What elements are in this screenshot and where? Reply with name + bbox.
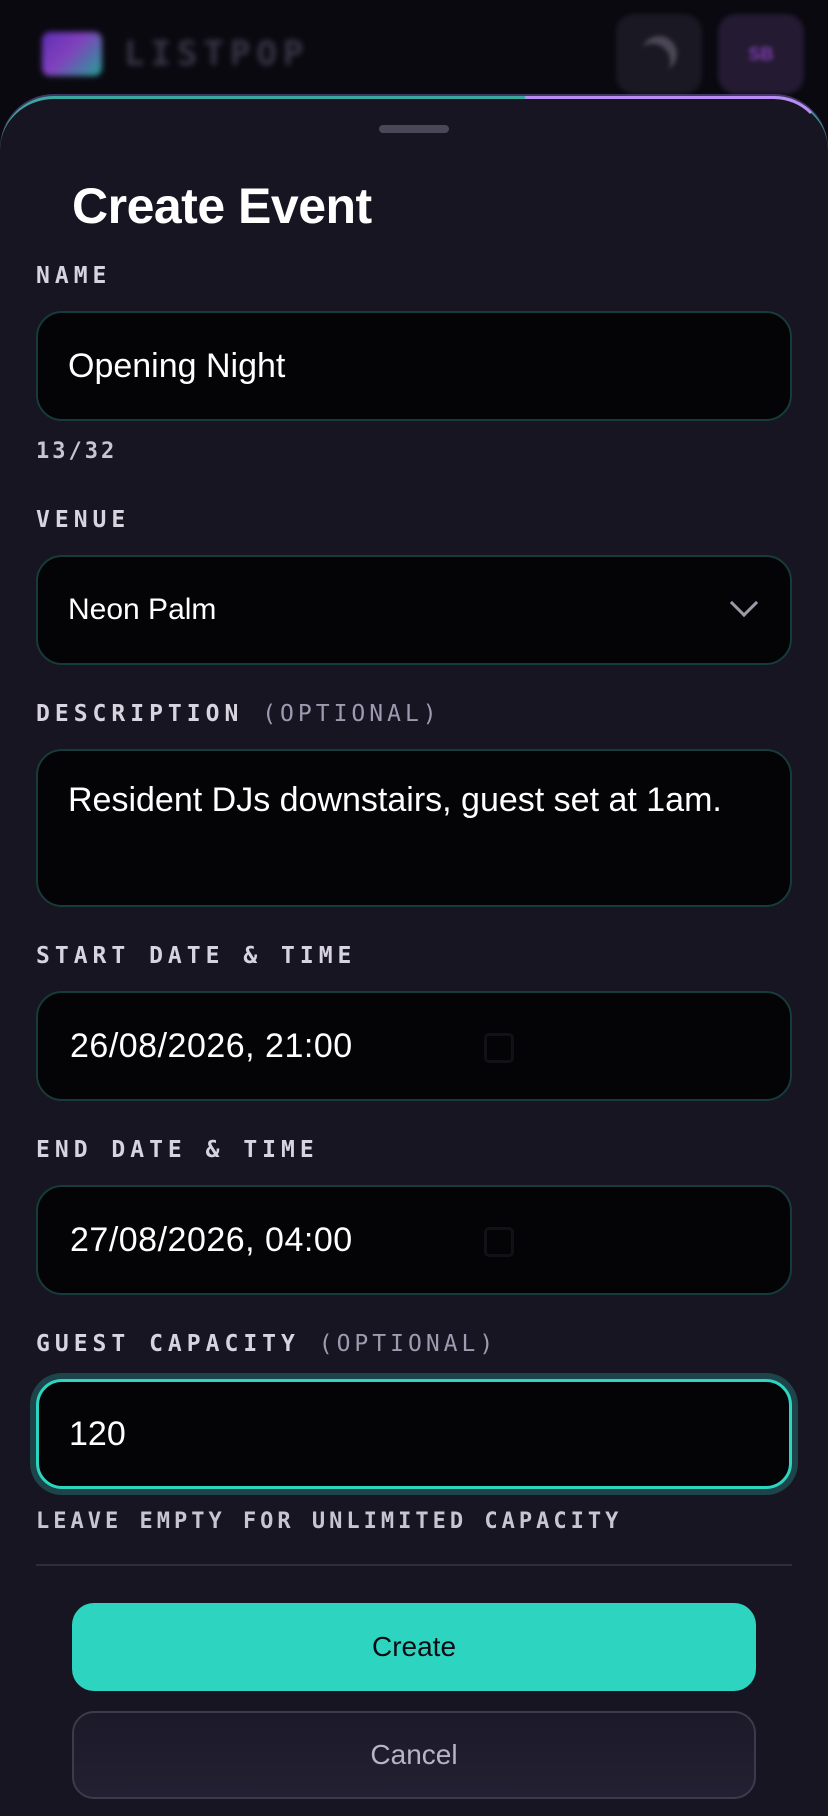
description-textarea[interactable]: Resident DJs downstairs, guest set at 1a…: [36, 749, 792, 907]
capacity-input-value: 120: [69, 1414, 126, 1453]
chevron-down-icon: [729, 588, 759, 618]
capacity-optional-tag: (OPTIONAL): [318, 1331, 498, 1357]
create-event-sheet: Create Event NAME Opening Night 13/32 VE…: [0, 96, 828, 1816]
name-char-counter: 13/32: [36, 439, 118, 464]
start-datetime-label: START DATE & TIME: [36, 943, 357, 969]
description-optional-tag: (OPTIONAL): [262, 701, 441, 727]
capacity-label-text: GUEST CAPACITY: [36, 1331, 300, 1357]
form-divider: [36, 1564, 792, 1566]
calendar-icon[interactable]: [484, 1033, 514, 1063]
venue-label: VENUE: [36, 507, 131, 533]
venue-select[interactable]: Neon Palm: [36, 555, 792, 665]
name-input[interactable]: Opening Night: [36, 311, 792, 421]
theme-toggle-button[interactable]: [616, 14, 702, 94]
description-label: DESCRIPTION (OPTIONAL): [36, 701, 441, 727]
capacity-hint: LEAVE EMPTY FOR UNLIMITED CAPACITY: [36, 1509, 623, 1534]
brand-logo[interactable]: LISTPOP: [42, 30, 309, 78]
name-input-value: Opening Night: [68, 346, 286, 385]
end-datetime-value: 27/08/2026, 04:00: [70, 1220, 353, 1259]
logo-mark-icon: [42, 32, 102, 76]
start-datetime-input[interactable]: 26/08/2026, 21:00: [36, 991, 792, 1101]
top-bar: LISTPOP SB: [0, 0, 828, 110]
sheet-title: Create Event: [72, 178, 372, 234]
end-datetime-input[interactable]: 27/08/2026, 04:00: [36, 1185, 792, 1295]
description-label-text: DESCRIPTION: [36, 701, 244, 727]
capacity-label: GUEST CAPACITY (OPTIONAL): [36, 1331, 497, 1357]
capacity-input[interactable]: 120: [36, 1379, 792, 1489]
end-datetime-label: END DATE & TIME: [36, 1137, 319, 1163]
avatar-initials: SB: [748, 43, 774, 64]
calendar-icon[interactable]: [484, 1227, 514, 1257]
moon-icon: [636, 31, 682, 77]
sheet-drag-handle[interactable]: [379, 125, 449, 133]
name-label: NAME: [36, 263, 112, 289]
brand-name: LISTPOP: [124, 34, 310, 74]
avatar-button[interactable]: SB: [718, 14, 804, 94]
start-datetime-value: 26/08/2026, 21:00: [70, 1026, 353, 1065]
cancel-button[interactable]: Cancel: [72, 1711, 756, 1799]
venue-select-value: Neon Palm: [68, 593, 217, 626]
description-textarea-value: Resident DJs downstairs, guest set at 1a…: [68, 781, 722, 819]
create-button[interactable]: Create: [72, 1603, 756, 1691]
